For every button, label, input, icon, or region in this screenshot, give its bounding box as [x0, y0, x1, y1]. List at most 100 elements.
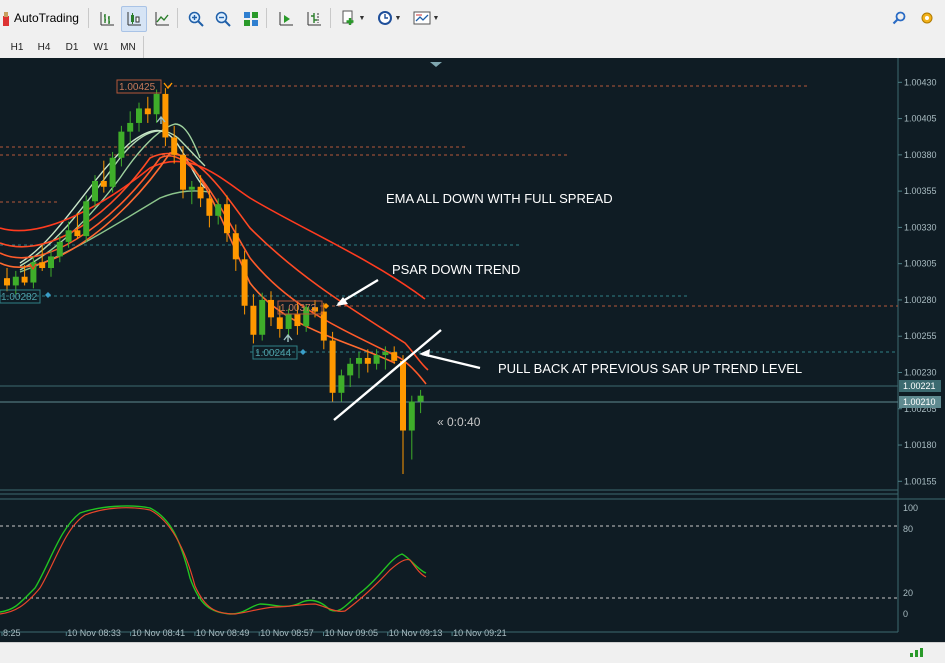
bull-candle [12, 276, 19, 286]
time-tick-label: 10 Nov 08:33 [67, 628, 121, 638]
sar-diamond [300, 349, 306, 355]
auto-scroll-button[interactable] [273, 6, 299, 32]
annotation-arrows [333, 278, 481, 421]
high-price-label: 1.00425 [119, 82, 156, 93]
current-price-boxes: 1.00221 1.00210 [899, 380, 941, 408]
chart-frame [0, 58, 945, 633]
chevron-down-icon: ▼ [394, 14, 402, 22]
line-chart-button[interactable] [149, 6, 175, 32]
timeframe-separator [143, 36, 144, 58]
candlestick-chart-button[interactable] [121, 6, 147, 32]
bar-chart-button[interactable] [94, 6, 120, 32]
bear-candle [320, 311, 327, 341]
zoom-out-icon [215, 11, 231, 27]
stochastic-axis: 100 80 20 0 [903, 503, 918, 619]
price-tick-label: 1.00430 [904, 77, 937, 87]
bear-candle [74, 230, 81, 237]
chevron-down-icon: ▼ [432, 14, 440, 22]
bull-candle [56, 241, 63, 257]
sar-levels [0, 85, 898, 403]
pullback-arrow [421, 352, 481, 370]
bear-candle [162, 93, 169, 138]
time-tick-label: 10 Nov 09:05 [325, 628, 379, 638]
toolbar-separator [266, 8, 267, 28]
bear-candle [171, 137, 178, 155]
template-icon [413, 11, 431, 25]
chart-shift-button[interactable] [301, 6, 327, 32]
timeframe-w1[interactable]: W1 [88, 38, 114, 56]
sar-diamond [45, 292, 51, 298]
search-button[interactable] [888, 6, 910, 30]
templates-button[interactable]: ▼ [410, 6, 442, 30]
toolbar-separator [177, 8, 178, 28]
options-button[interactable] [916, 6, 938, 30]
price-chart[interactable]: 1.00425 1.00373 1.00244 1.00282 1.00430 1… [0, 58, 945, 642]
bear-candle [197, 186, 204, 199]
tile-windows-button[interactable] [238, 6, 264, 32]
timeframe-bar: H1 H4 D1 W1 MN [0, 36, 945, 58]
indicators-button[interactable]: ▼ [337, 6, 369, 30]
timeframe-h4[interactable]: H4 [31, 38, 57, 56]
bear-candle [144, 108, 151, 115]
price-tick-label: 1.00180 [904, 440, 937, 450]
search-icon [892, 11, 906, 25]
zoom-in-icon [188, 11, 204, 27]
toolbar-separator [88, 8, 89, 28]
bull-candle [259, 299, 266, 335]
ema-lines [0, 123, 429, 385]
timeframe-mn[interactable]: MN [115, 38, 141, 56]
bear-candle [294, 314, 301, 327]
autotrading-label: AutoTrading [14, 11, 79, 25]
bear-candle [39, 262, 46, 269]
bull-candle [188, 186, 195, 190]
settings-icon [921, 12, 933, 24]
ema-red-2 [0, 152, 429, 371]
bar-countdown-timer: « 0:0:40 [437, 415, 481, 429]
bear-candle [276, 317, 283, 329]
bull-candle [83, 201, 90, 237]
stoch-tick-label: 20 [903, 588, 913, 598]
left-price-label: 1.00282 [1, 292, 38, 303]
price-tick-label: 1.00255 [904, 331, 937, 341]
bear-candle [21, 276, 28, 283]
bear-candle [268, 299, 274, 318]
price-tick-label: 1.00230 [904, 367, 937, 377]
auto-scroll-icon [279, 12, 293, 26]
price-tick-label: 1.00280 [904, 295, 937, 305]
bull-candle [136, 108, 142, 123]
zoom-out-button[interactable] [210, 6, 236, 32]
bull-candle [118, 131, 125, 158]
ema-red-4 [0, 152, 396, 364]
chevron-down-icon: ▼ [358, 14, 366, 22]
price-tick-label: 1.00305 [904, 259, 937, 269]
bear-candle [4, 278, 10, 286]
timeframe-d1[interactable]: D1 [59, 38, 85, 56]
autotrading-button[interactable]: AutoTrading [0, 6, 84, 30]
connection-status-icon [908, 645, 928, 657]
stoch-tick-label: 0 [903, 609, 908, 619]
bear-candle [241, 259, 248, 306]
bull-candle [48, 256, 54, 269]
autotrading-icon [2, 12, 10, 26]
bar-chart-icon [100, 12, 114, 26]
time-tick-label: 10 Nov 09:21 [453, 628, 507, 638]
zoom-in-button[interactable] [183, 6, 209, 32]
pullback-annotation: PULL BACK AT PREVIOUS SAR UP TREND LEVEL [498, 361, 803, 376]
time-tick-label: 8:25 [3, 628, 21, 638]
bull-candle [382, 352, 389, 356]
bear-candle [224, 204, 230, 234]
candles [4, 88, 424, 475]
timeframe-h1[interactable]: H1 [4, 38, 30, 56]
current-price-ask: 1.00221 [903, 381, 936, 391]
bear-candle [364, 357, 371, 364]
price-tick-label: 1.00405 [904, 114, 937, 124]
chart-canvas: 1.00425 1.00373 1.00244 1.00282 1.004301… [0, 58, 945, 638]
bull-candle [215, 204, 222, 216]
bull-candle [109, 157, 116, 187]
periods-button[interactable]: ▼ [373, 6, 405, 30]
bear-candle [206, 198, 213, 216]
low-price-label: 1.00244 [255, 348, 292, 359]
bull-candle [373, 355, 380, 364]
stoch-tick-label: 100 [903, 503, 918, 513]
sar-up-arrow [283, 333, 293, 342]
